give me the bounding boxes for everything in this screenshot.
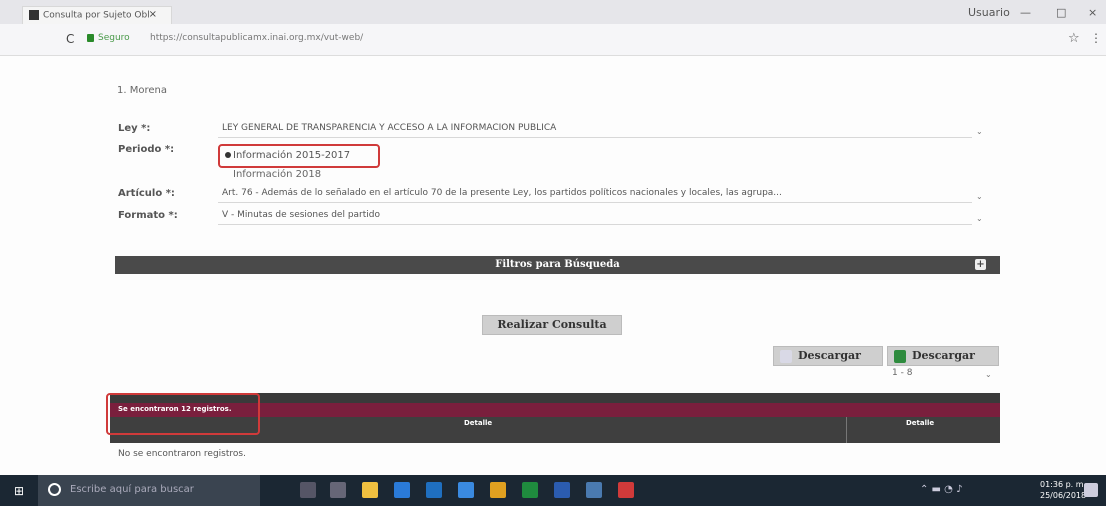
consult-button[interactable]: Realizar Consulta xyxy=(482,315,622,335)
outlook-icon[interactable] xyxy=(426,482,442,498)
task-view-icon[interactable] xyxy=(330,482,346,498)
reload-icon[interactable]: C xyxy=(66,32,74,46)
tab-close-icon[interactable]: × xyxy=(149,9,157,20)
tab-title: Consulta por Sujeto Obl xyxy=(43,10,150,21)
cortana-icon xyxy=(48,483,61,496)
ley-label: Ley *: xyxy=(118,123,151,134)
results-highlight xyxy=(106,393,260,435)
browser-menu-icon[interactable]: ⋮ xyxy=(1090,31,1102,45)
radio-selected-icon[interactable] xyxy=(225,152,231,158)
column-header-detalle-2: Detalle xyxy=(906,419,935,427)
address-bar: C Seguro https://consultapublicamx.inai.… xyxy=(0,24,1106,56)
pdf-file-icon xyxy=(780,350,792,363)
excel-file-icon xyxy=(894,350,906,363)
lock-icon xyxy=(87,34,94,42)
formato-select[interactable]: V - Minutas de sesiones del partido xyxy=(218,210,972,225)
system-tray-icons[interactable]: ⌃ ▬ ◔ ♪ xyxy=(920,484,962,495)
clock-date: 25/06/2018 xyxy=(1040,491,1087,500)
windows-start-icon[interactable]: ⊞ xyxy=(14,484,24,498)
formato-dropdown-icon[interactable]: ⌄ xyxy=(976,214,983,223)
browser-tab-bar: Consulta por Sujeto Obl × Usuario — □ × xyxy=(0,0,1106,24)
expand-plus-icon[interactable]: + xyxy=(975,259,986,270)
app-icon[interactable] xyxy=(586,482,602,498)
bookmark-star-icon[interactable]: ☆ xyxy=(1068,31,1080,46)
subject-label: 1. Morena xyxy=(117,85,167,96)
download-label: Descargar xyxy=(798,349,861,362)
excel-icon[interactable] xyxy=(522,482,538,498)
browser-tab[interactable]: Consulta por Sujeto Obl × xyxy=(22,6,172,24)
taskbar-clock[interactable]: 01:36 p. m. 25/06/2018 xyxy=(1040,479,1086,501)
notifications-icon[interactable] xyxy=(1084,483,1098,497)
page-content: 1. Morena Ley *: LEY GENERAL DE TRANSPAR… xyxy=(0,57,1106,475)
word-icon[interactable] xyxy=(554,482,570,498)
periodo-option-2018[interactable]: Información 2018 xyxy=(233,169,321,180)
url-input[interactable]: https://consultapublicamx.inai.org.mx/vu… xyxy=(150,33,363,43)
file-explorer-icon[interactable] xyxy=(362,482,378,498)
filters-title: Filtros para Búsqueda xyxy=(495,259,620,270)
mic-icon[interactable] xyxy=(300,482,316,498)
download-excel-button[interactable]: Descargar xyxy=(887,346,999,366)
close-window-icon[interactable]: × xyxy=(1088,6,1097,19)
acrobat-icon[interactable] xyxy=(618,482,634,498)
clock-time: 01:36 p. m. xyxy=(1040,480,1087,489)
download-pdf-button[interactable]: Descargar xyxy=(773,346,883,366)
ley-dropdown-icon[interactable]: ⌄ xyxy=(976,127,983,136)
formato-label: Formato *: xyxy=(118,210,178,221)
articulo-select[interactable]: Art. 76 - Además de lo señalado en el ar… xyxy=(218,188,972,203)
periodo-option-2015[interactable]: Información 2015-2017 xyxy=(233,150,350,161)
pager-dropdown-icon[interactable]: ⌄ xyxy=(985,370,992,379)
column-divider xyxy=(846,417,847,443)
windows-taskbar: ⊞ Escribe aquí para buscar ⌃ ▬ ◔ ♪ 01:36… xyxy=(0,475,1106,506)
search-placeholder: Escribe aquí para buscar xyxy=(70,484,194,495)
favicon-icon xyxy=(29,10,39,20)
filters-bar[interactable]: Filtros para Búsqueda + xyxy=(115,256,1000,274)
maximize-icon[interactable]: □ xyxy=(1056,6,1066,19)
minimize-icon[interactable]: — xyxy=(1020,6,1031,19)
taskbar-search[interactable]: Escribe aquí para buscar xyxy=(38,475,260,506)
secure-label: Seguro xyxy=(98,33,130,43)
empty-message: No se encontraron registros. xyxy=(118,449,246,459)
chrome-icon[interactable] xyxy=(490,482,506,498)
pager-select[interactable]: 1 - 8 xyxy=(892,368,912,378)
skype-icon[interactable] xyxy=(394,482,410,498)
periodo-label: Periodo *: xyxy=(118,144,175,155)
articulo-dropdown-icon[interactable]: ⌄ xyxy=(976,192,983,201)
user-name[interactable]: Usuario xyxy=(968,6,1010,19)
column-header-detalle: Detalle xyxy=(464,419,493,427)
ley-select[interactable]: LEY GENERAL DE TRANSPARENCIA Y ACCESO A … xyxy=(218,123,972,138)
articulo-label: Artículo *: xyxy=(118,188,175,199)
edge-icon[interactable] xyxy=(458,482,474,498)
download-label: Descargar xyxy=(912,349,975,362)
